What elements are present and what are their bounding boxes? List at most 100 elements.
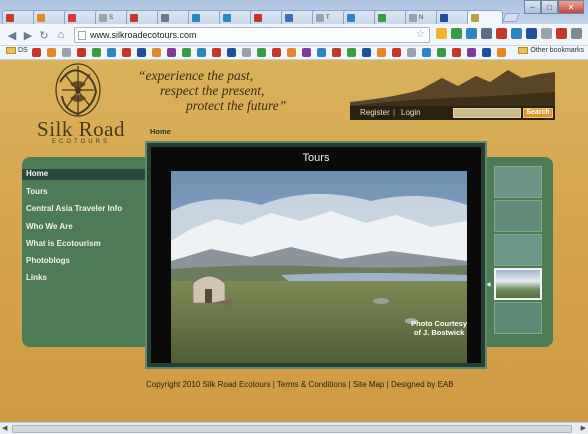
bookmark-favicon-icon[interactable] [242,48,251,57]
bookmark-favicon-icon[interactable] [197,48,206,57]
login-link[interactable]: Login [401,108,421,117]
tab-favicon-icon [471,13,479,22]
reload-icon[interactable]: ↻ [37,28,51,42]
back-arrow-icon[interactable]: ◀ [5,28,19,42]
nav-item-home[interactable]: Home [22,169,150,180]
wrench-icon[interactable] [571,28,582,39]
bookmark-favicon-icon[interactable] [122,48,131,57]
bookmark-favicon-icon[interactable] [107,48,116,57]
folder-icon [6,47,16,54]
bookmark-favicon-icon[interactable] [167,48,176,57]
bookmark-favicon-icon[interactable] [467,48,476,57]
nav-item-who-we-are[interactable]: Who We Are [26,222,73,233]
extension-icon[interactable] [436,28,447,39]
bookmark-favicon-icon[interactable] [227,48,236,57]
mountain-silhouette-icon [350,70,555,106]
bookmark-favicon-icon[interactable] [62,48,71,57]
bookmark-favicon-icon[interactable] [257,48,266,57]
tab-favicon-icon [37,13,45,22]
bookmark-folder-label: DS [18,47,28,54]
nav-item-tours[interactable]: Tours [26,187,48,198]
folder-icon [518,47,529,54]
login-bar: Register | Login Search [350,106,555,120]
extension-icon[interactable] [556,28,567,39]
forward-arrow-icon[interactable]: ▶ [21,28,35,42]
extension-icon[interactable] [481,28,492,39]
tab-favicon-icon [68,13,76,22]
bookmark-star-icon[interactable]: ☆ [416,29,425,40]
other-bookmarks[interactable]: Other bookmarks [518,47,584,54]
footer-terms-link[interactable]: Terms & Conditions [277,380,346,389]
thumbnail-strip [494,166,542,336]
search-button[interactable]: Search [523,108,553,118]
bookmark-favicon-icon[interactable] [32,48,41,57]
register-link[interactable]: Register [360,108,390,117]
thumbnail[interactable] [494,302,542,334]
close-window-button[interactable]: ✕ [558,0,584,14]
bookmark-favicon-icon[interactable] [92,48,101,57]
bookmark-favicon-icon[interactable] [47,48,56,57]
extension-icon[interactable] [511,28,522,39]
bookmark-favicon-icon[interactable] [452,48,461,57]
breadcrumb[interactable]: Home [150,127,171,136]
bookmark-favicon-icon[interactable] [422,48,431,57]
browser-tab[interactable] [467,10,503,24]
photo-credit: Photo Courtesy of J. Bostwick [411,319,467,337]
extension-icon[interactable] [541,28,552,39]
horizontal-scrollbar[interactable]: ◀ ▶ [0,422,588,434]
calligraphy-emblem-icon [55,63,101,117]
extension-icon[interactable] [496,28,507,39]
thumbnail[interactable] [494,234,542,266]
tab-favicon-icon [254,13,262,22]
bookmark-favicon-icon[interactable] [482,48,491,57]
photo-credit-line-1: Photo Courtesy [411,319,467,328]
address-bar[interactable]: www.silkroadecotours.com ☆ [74,27,430,43]
bookmark-favicon-icon[interactable] [182,48,191,57]
site-logo[interactable]: Silk Road ECOTOURS [22,62,140,146]
new-tab-button[interactable] [502,13,520,22]
thumbnail-current[interactable] [494,268,542,300]
bookmark-favicon-icon[interactable] [407,48,416,57]
bookmark-favicon-icon[interactable] [137,48,146,57]
bookmark-favicon-icon[interactable] [437,48,446,57]
nav-item-central-asia-traveler-info[interactable]: Central Asia Traveler Info [26,204,122,215]
bookmark-favicon-icon[interactable] [317,48,326,57]
url-text[interactable]: www.silkroadecotours.com [90,30,197,40]
slideshow-title: Tours [302,152,330,164]
home-icon[interactable]: ⌂ [54,28,68,42]
tab-favicon-icon [99,13,107,22]
bookmark-favicon-icon[interactable] [362,48,371,57]
bookmark-favicon-icon[interactable] [347,48,356,57]
search-input[interactable] [453,108,521,118]
login-separator: | [393,108,396,117]
nav-item-what-is-ecotourism[interactable]: What is Ecotourism [26,239,101,250]
extension-icon[interactable] [526,28,537,39]
thumbnail[interactable] [494,200,542,232]
bookmark-favicon-icon[interactable] [332,48,341,57]
scrollbar-thumb[interactable] [12,425,572,433]
maximize-button[interactable]: □ [541,0,558,14]
bookmark-favicon-icon[interactable] [77,48,86,57]
thumbnail[interactable] [494,166,542,198]
bookmark-favicon-icon[interactable] [212,48,221,57]
extension-icon[interactable] [466,28,477,39]
footer-copyright: Copyright 2010 Silk Road Ecotours [146,380,271,389]
bookmark-folder-ds[interactable]: DS [6,47,28,54]
footer-sitemap-link[interactable]: Site Map [353,380,385,389]
footer-designer-link[interactable]: Designed by EAB [391,380,454,389]
nav-item-links[interactable]: Links [26,273,47,284]
bookmark-favicon-icon[interactable] [302,48,311,57]
bookmark-favicon-icon[interactable] [497,48,506,57]
minimize-button[interactable]: – [524,0,541,14]
bookmark-favicon-icon[interactable] [287,48,296,57]
scroll-right-arrow-icon[interactable]: ▶ [581,424,586,432]
bookmark-favicon-icon[interactable] [272,48,281,57]
nav-item-photoblogs[interactable]: Photoblogs [26,256,70,267]
extension-icon[interactable] [451,28,462,39]
bookmark-favicon-icon[interactable] [377,48,386,57]
scroll-left-arrow-icon[interactable]: ◀ [2,424,7,432]
bookmark-favicon-icon[interactable] [152,48,161,57]
bookmark-favicon-icon[interactable] [392,48,401,57]
tab-favicon-icon [130,13,138,22]
slideshow-frame: Tours Photo Courtesy of J. Bostwick [151,147,481,363]
